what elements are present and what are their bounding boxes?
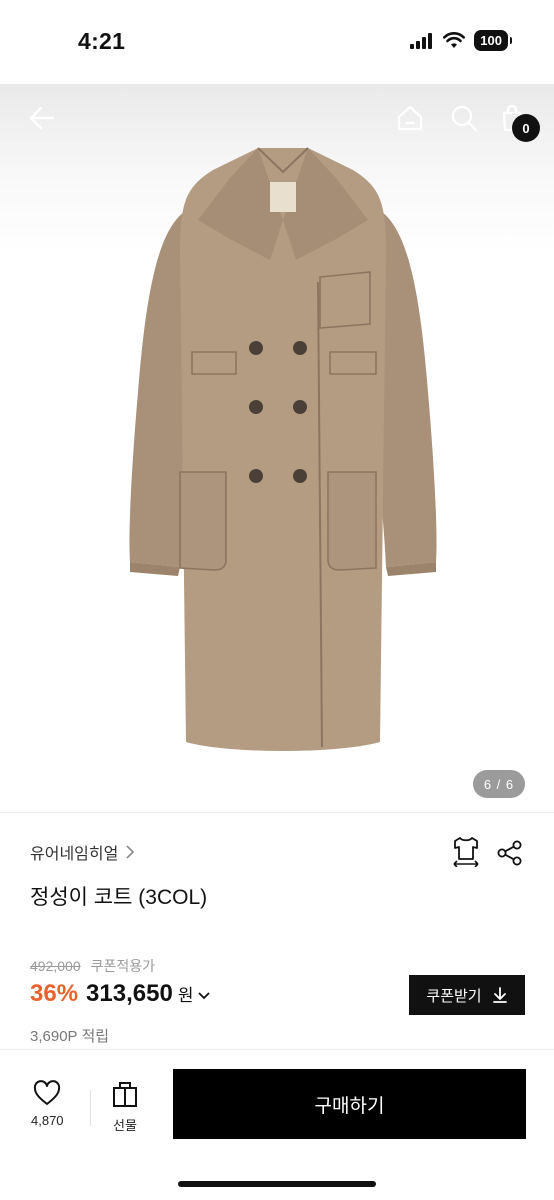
image-page-indicator: 6 / 6 [473,770,525,798]
coupon-price-label: 쿠폰적용가 [90,958,156,974]
original-price-row: 492,000 쿠폰적용가 [30,956,155,976]
back-button[interactable] [24,100,60,136]
home-button[interactable] [392,100,428,136]
status-time: 4:21 [78,28,126,54]
sale-price: 313,650 [86,980,173,1007]
wifi-icon [443,32,466,48]
product-image-coat [129,147,437,751]
brand-link[interactable]: 유어네임히얼 [30,840,136,864]
status-bar: 4:21 100 [0,0,554,84]
search-icon [451,105,478,132]
price-row[interactable]: 36% 313,650 원 [30,980,211,1008]
separator [90,1090,91,1126]
original-price: 492,000 [30,958,81,974]
currency-label: 원 [177,986,194,1005]
like-count: 4,870 [31,1113,64,1128]
gift-button[interactable]: 선물 [111,1080,139,1134]
discount-rate: 36% [30,980,79,1007]
product-image-gallery[interactable]: 0 6 / 6 [0,84,554,812]
status-icons: 100 [410,30,512,51]
cellular-signal-icon [410,32,433,49]
brand-name: 유어네임히얼 [30,846,119,863]
gift-icon [113,1082,137,1107]
back-arrow-icon [29,106,55,130]
bottom-action-bar: 4,870 선물 구매하기 [0,1049,554,1200]
battery-indicator: 100 [474,30,512,51]
get-coupon-label: 쿠폰받기 [426,987,482,1005]
size-guide-button[interactable] [449,834,483,868]
divider [0,812,554,813]
share-icon [497,840,522,866]
get-coupon-button[interactable]: 쿠폰받기 [409,975,525,1015]
chevron-down-icon[interactable] [197,991,211,1001]
size-guide-icon [453,837,479,867]
like-button[interactable]: 4,870 [31,1080,64,1128]
reward-points: 3,690P 적립 [30,1028,110,1045]
chevron-right-icon [126,845,135,859]
download-icon [492,987,507,1003]
buy-label: 구매하기 [314,1095,385,1117]
share-button[interactable] [493,836,527,870]
home-indicator [178,1181,376,1187]
heart-icon [34,1080,61,1105]
buy-button[interactable]: 구매하기 [173,1069,526,1139]
home-icon [397,105,423,131]
product-title: 정성이 코트 (3COL) [30,886,208,909]
gift-label: 선물 [113,1118,137,1133]
cart-count-badge: 0 [512,114,540,142]
search-button[interactable] [446,100,482,136]
